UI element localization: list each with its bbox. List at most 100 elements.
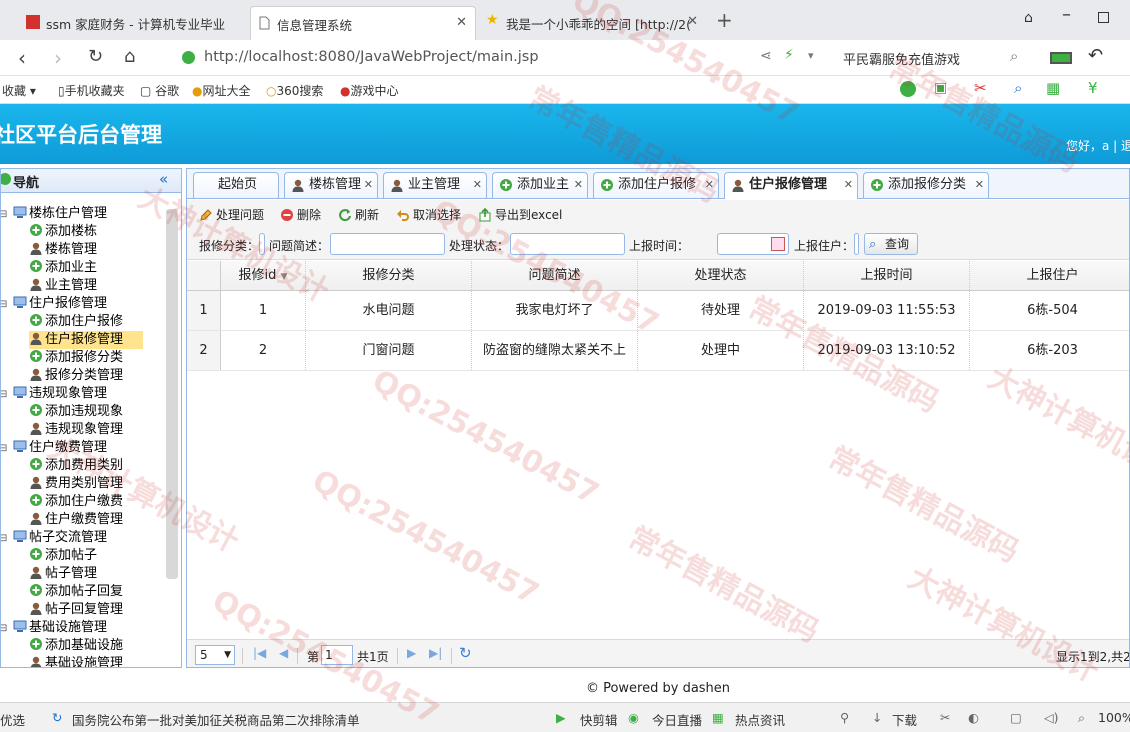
nav-item[interactable]: 帖子管理 <box>29 565 97 583</box>
lightning-icon[interactable]: ⚡ <box>784 47 794 63</box>
close-icon[interactable]: ✕ <box>705 173 714 197</box>
bookmark-360[interactable]: ○360搜索 <box>266 82 323 99</box>
nav-group[interactable]: ⊟ 基础设施管理 <box>1 619 107 638</box>
close-icon[interactable]: ✕ <box>687 14 698 29</box>
status-item[interactable]: 热点资讯 <box>735 710 785 729</box>
browser-tab-3[interactable]: ★ 我是一个小乖乖的空间 [http://2( ✕ <box>480 6 706 40</box>
maximize-icon[interactable] <box>1098 12 1109 23</box>
desc-input[interactable] <box>330 233 445 255</box>
nav-group[interactable]: ⊟ 住户报修管理 <box>1 295 107 314</box>
nav-group[interactable]: ⊟ 楼栋住户管理 <box>1 205 107 224</box>
tab-6[interactable]: ✕ 添加报修分类 <box>863 172 989 198</box>
page-size-select[interactable]: 5 ▼ <box>195 645 235 665</box>
minimize-icon[interactable]: – <box>1062 4 1071 25</box>
share-icon[interactable]: ⋖ <box>760 48 772 64</box>
column-header[interactable]: 处理状态 <box>638 261 804 290</box>
column-header[interactable]: 上报时间 <box>804 261 970 290</box>
nav-item[interactable]: 添加基础设施 <box>29 637 123 655</box>
process-button[interactable]: 处理问题 <box>199 206 264 223</box>
window-icon[interactable]: ▢ <box>1010 710 1022 725</box>
browser-tab-1[interactable]: ssm 家庭财务 - 计算机专业毕业 <box>20 6 246 40</box>
tab-3[interactable]: ✕ 添加业主 <box>492 172 588 198</box>
close-icon[interactable]: ✕ <box>975 173 984 197</box>
nav-item[interactable]: 住户缴费管理 <box>29 511 123 529</box>
column-header[interactable]: 问题简述 <box>472 261 638 290</box>
cancel-select-button[interactable]: 取消选择 <box>396 206 461 223</box>
query-button[interactable]: ⌕ 查询 <box>864 233 918 255</box>
nav-group[interactable]: ⊟ 帖子交流管理 <box>1 529 107 548</box>
next-page-icon[interactable]: ▶ <box>407 646 416 660</box>
ext-icon[interactable]: ▣ <box>934 80 947 96</box>
export-button[interactable]: 导出到excel <box>478 206 562 223</box>
calendar-icon[interactable] <box>771 237 785 251</box>
nav-item[interactable]: 业主管理 <box>29 277 97 295</box>
close-icon[interactable]: ✕ <box>456 15 467 30</box>
column-header[interactable]: 报修分类 <box>306 261 472 290</box>
tab-2[interactable]: ✕ 业主管理 <box>383 172 487 198</box>
category-select[interactable] <box>259 233 265 255</box>
bookmark-mobile[interactable]: ▯手机收藏夹 <box>58 82 125 99</box>
first-page-icon[interactable]: |◀ <box>253 646 266 660</box>
nav-item[interactable]: 添加帖子 <box>29 547 97 565</box>
status-item[interactable]: 今日直播 <box>652 710 702 729</box>
status-item[interactable]: 快剪辑 <box>580 710 618 729</box>
close-icon[interactable]: ✕ <box>473 173 482 197</box>
expand-icon[interactable]: ⊟ <box>1 386 13 404</box>
zoom-level[interactable]: 100% <box>1098 710 1130 725</box>
status-item[interactable]: 下载 <box>892 710 917 729</box>
close-icon[interactable]: ✕ <box>844 173 853 197</box>
tab-5[interactable]: ✕ 住户报修管理 <box>724 172 858 199</box>
undo-icon[interactable]: ↶ <box>1088 45 1103 66</box>
search-icon[interactable]: ⌕ <box>1014 79 1022 97</box>
expand-icon[interactable]: ⊟ <box>1 296 13 314</box>
nav-item[interactable]: 楼栋管理 <box>29 241 97 259</box>
volume-icon[interactable]: ◁) <box>1044 710 1059 725</box>
close-icon[interactable]: ✕ <box>364 173 373 197</box>
browser-tab-2[interactable]: 信息管理系统 ✕ <box>250 6 476 40</box>
column-header[interactable]: 上报住户 <box>970 261 1129 290</box>
user-info[interactable]: 您好，a | 退 <box>1066 137 1130 154</box>
news-ticker[interactable]: 国务院公布第一批对美加征关税商品第二次排除清单 <box>72 710 360 729</box>
expand-icon[interactable]: ⊟ <box>1 530 13 548</box>
forward-icon[interactable]: › <box>54 46 62 70</box>
nav-item[interactable]: 添加住户缴费 <box>29 493 123 511</box>
bookmark-google[interactable]: ▢ 谷歌 <box>140 82 179 99</box>
chevron-down-icon[interactable]: ▾ <box>808 49 814 62</box>
nav-item[interactable]: 添加违规现象 <box>29 403 123 421</box>
last-page-icon[interactable]: ▶| <box>429 646 442 660</box>
expand-icon[interactable]: ⊟ <box>1 206 13 224</box>
user-select[interactable] <box>854 233 859 255</box>
nav-item[interactable]: 添加费用类别 <box>29 457 123 475</box>
screenshot-icon[interactable]: ✂ <box>940 710 950 725</box>
nav-group[interactable]: ⊟ 违规现象管理 <box>1 385 107 404</box>
nav-item[interactable]: 添加楼栋 <box>29 223 97 241</box>
tab-4[interactable]: ✕ 添加住户报修 <box>593 172 719 198</box>
nav-item[interactable]: 违规现象管理 <box>29 421 123 439</box>
expand-icon[interactable]: ⊟ <box>1 620 13 638</box>
new-tab-icon[interactable]: + <box>716 8 733 32</box>
ext-icon[interactable] <box>900 81 916 97</box>
gamepad-icon[interactable]: ▦ <box>1046 79 1060 97</box>
nav-group[interactable]: ⊟ 住户缴费管理 <box>1 439 107 458</box>
status-left[interactable]: 优选 <box>0 710 25 729</box>
bookmark-favorites[interactable]: 收藏 ▾ <box>2 82 36 99</box>
shirt-icon[interactable]: ⌂ <box>1024 10 1033 26</box>
delete-button[interactable]: 删除 <box>280 206 321 223</box>
pin-icon[interactable]: ⚲ <box>840 710 849 725</box>
bookmark-games[interactable]: ●游戏中心 <box>340 82 399 99</box>
close-icon[interactable]: ✕ <box>574 173 583 197</box>
nav-item[interactable]: 添加帖子回复 <box>29 583 123 601</box>
nav-item[interactable]: 添加报修分类 <box>29 349 123 367</box>
search-hint[interactable]: 平民霸服免充值游戏 <box>843 49 960 68</box>
scissors-icon[interactable]: ✂ <box>974 79 987 97</box>
reload-icon[interactable]: ↻ <box>88 46 103 67</box>
browser-icon[interactable]: ◐ <box>968 710 979 725</box>
expand-icon[interactable]: ⊟ <box>1 440 13 458</box>
tab-1[interactable]: ✕ 楼栋管理 <box>284 172 378 198</box>
refresh-button[interactable]: 刷新 <box>338 206 379 223</box>
nav-item[interactable]: 添加住户报修 <box>29 313 123 331</box>
url-field[interactable]: http://localhost:8080/JavaWebProject/mai… <box>204 49 539 65</box>
collapse-icon[interactable]: « <box>159 170 168 188</box>
refresh-icon[interactable]: ↻ <box>459 644 472 662</box>
currency-icon[interactable]: ¥ <box>1088 79 1098 97</box>
